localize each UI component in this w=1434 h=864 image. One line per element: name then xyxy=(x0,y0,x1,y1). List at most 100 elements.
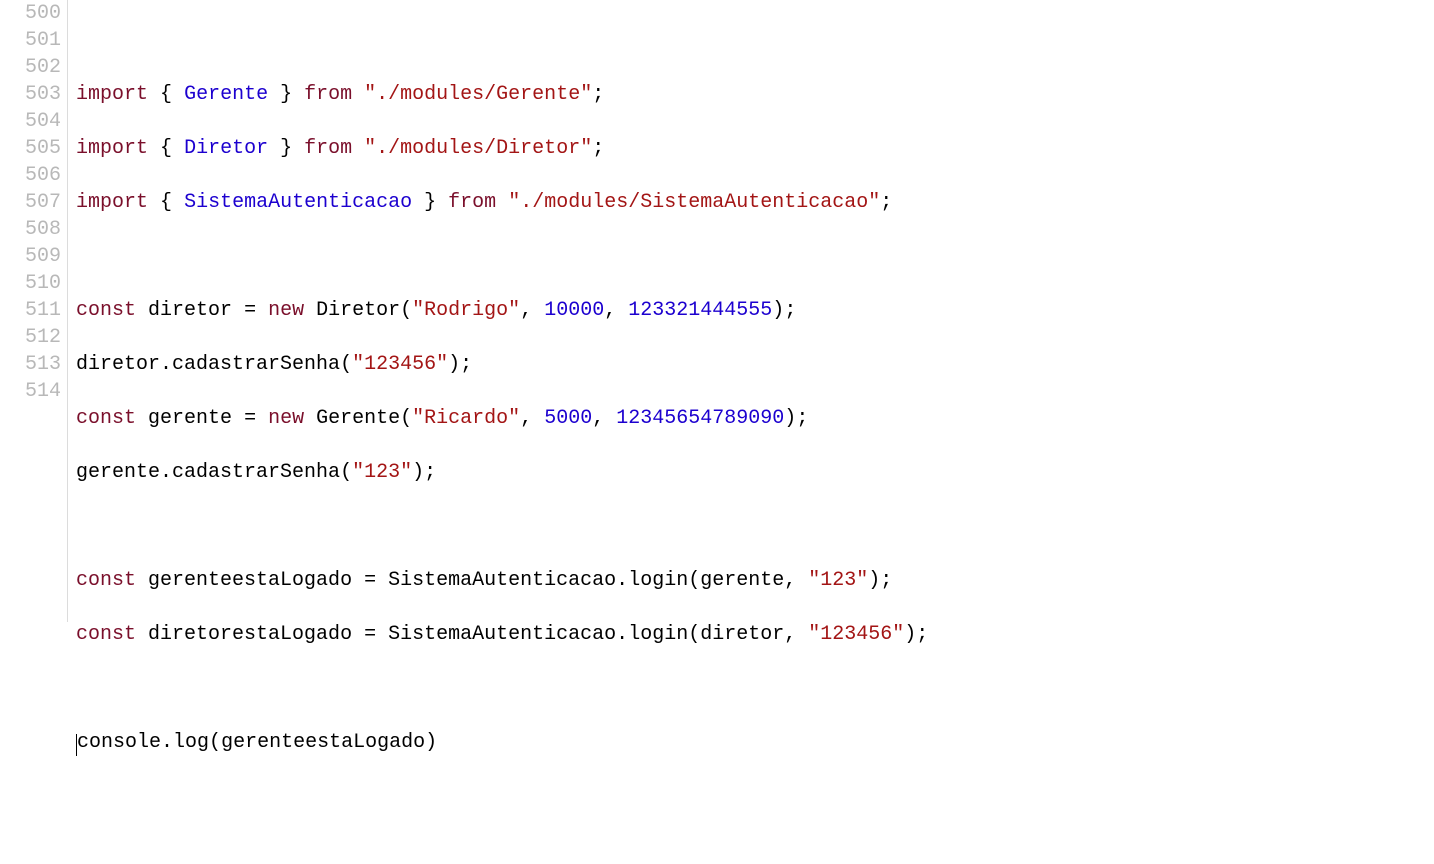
keyword-import: import xyxy=(76,137,148,160)
code-line[interactable] xyxy=(76,243,1434,270)
brace: } xyxy=(280,137,292,160)
code-line[interactable] xyxy=(76,27,1434,54)
code-line[interactable] xyxy=(76,513,1434,540)
comma: , xyxy=(784,569,796,592)
text-cursor-icon xyxy=(76,734,77,756)
dot: . xyxy=(161,731,173,754)
paren: ( xyxy=(688,569,700,592)
method-name: login xyxy=(628,623,688,646)
paren: ) xyxy=(904,623,916,646)
paren: ) xyxy=(868,569,880,592)
comma: , xyxy=(520,407,532,430)
semicolon: ; xyxy=(880,569,892,592)
identifier: gerente xyxy=(700,569,784,592)
code-line[interactable]: import { Diretor } from "./modules/Diret… xyxy=(76,135,1434,162)
code-line[interactable]: console.log(gerenteestaLogado) xyxy=(76,729,1434,756)
line-number: 501 xyxy=(0,27,61,54)
line-number: 508 xyxy=(0,216,61,243)
method-name: cadastrarSenha xyxy=(172,461,340,484)
keyword-const: const xyxy=(76,299,136,322)
type-name: SistemaAutenticacao xyxy=(184,191,412,214)
dot: . xyxy=(616,623,628,646)
paren: ) xyxy=(412,461,424,484)
semicolon: ; xyxy=(916,623,928,646)
string-literal: "123456" xyxy=(352,353,448,376)
line-number: 510 xyxy=(0,270,61,297)
brace: { xyxy=(160,137,172,160)
line-number: 512 xyxy=(0,324,61,351)
equals: = xyxy=(364,623,376,646)
line-number: 503 xyxy=(0,81,61,108)
code-line[interactable] xyxy=(76,783,1434,810)
paren: ) xyxy=(772,299,784,322)
code-line[interactable]: const gerente = new Gerente("Ricardo", 5… xyxy=(76,405,1434,432)
identifier: gerenteestaLogado xyxy=(148,569,352,592)
type-name: Gerente xyxy=(184,83,268,106)
line-number: 509 xyxy=(0,243,61,270)
code-line[interactable]: import { Gerente } from "./modules/Geren… xyxy=(76,81,1434,108)
line-number: 505 xyxy=(0,135,61,162)
string-literal: "./modules/Diretor" xyxy=(364,137,592,160)
keyword-new: new xyxy=(268,407,304,430)
line-number: 507 xyxy=(0,189,61,216)
brace: } xyxy=(280,83,292,106)
identifier: diretorestaLogado xyxy=(148,623,352,646)
identifier: diretor xyxy=(76,353,160,376)
type-name: Diretor xyxy=(184,137,268,160)
dot: . xyxy=(616,569,628,592)
number-literal: 10000 xyxy=(544,299,604,322)
semicolon: ; xyxy=(592,83,604,106)
paren: ( xyxy=(688,623,700,646)
keyword-import: import xyxy=(76,83,148,106)
string-literal: "123" xyxy=(352,461,412,484)
identifier: console xyxy=(77,731,161,754)
line-number: 513 xyxy=(0,351,61,378)
method-name: login xyxy=(628,569,688,592)
dot: . xyxy=(160,461,172,484)
type-name: Gerente xyxy=(316,407,400,430)
identifier: gerenteestaLogado xyxy=(221,731,425,754)
string-literal: "Ricardo" xyxy=(412,407,520,430)
equals: = xyxy=(244,407,256,430)
code-line[interactable]: gerente.cadastrarSenha("123"); xyxy=(76,459,1434,486)
code-line[interactable] xyxy=(76,675,1434,702)
identifier: gerente xyxy=(148,407,232,430)
semicolon: ; xyxy=(424,461,436,484)
method-name: log xyxy=(173,731,209,754)
paren: ) xyxy=(448,353,460,376)
comma: , xyxy=(604,299,616,322)
code-content[interactable]: import { Gerente } from "./modules/Geren… xyxy=(68,0,1434,622)
string-literal: "./modules/Gerente" xyxy=(364,83,592,106)
paren: ) xyxy=(425,731,437,754)
comma: , xyxy=(784,623,796,646)
identifier: diretor xyxy=(700,623,784,646)
keyword-from: from xyxy=(304,137,352,160)
line-number: 502 xyxy=(0,54,61,81)
type-name: Diretor xyxy=(316,299,400,322)
method-name: cadastrarSenha xyxy=(172,353,340,376)
code-line[interactable]: diretor.cadastrarSenha("123456"); xyxy=(76,351,1434,378)
number-literal: 12345654789090 xyxy=(616,407,784,430)
number-literal: 5000 xyxy=(544,407,592,430)
keyword-const: const xyxy=(76,623,136,646)
paren: ( xyxy=(209,731,221,754)
code-line[interactable]: const gerenteestaLogado = SistemaAutenti… xyxy=(76,567,1434,594)
code-line[interactable]: const diretorestaLogado = SistemaAutenti… xyxy=(76,621,1434,648)
line-number: 511 xyxy=(0,297,61,324)
equals: = xyxy=(364,569,376,592)
semicolon: ; xyxy=(880,191,892,214)
semicolon: ; xyxy=(784,299,796,322)
string-literal: "123456" xyxy=(808,623,904,646)
equals: = xyxy=(244,299,256,322)
type-name: SistemaAutenticacao xyxy=(388,623,616,646)
code-text xyxy=(76,29,124,52)
comma: , xyxy=(592,407,604,430)
keyword-const: const xyxy=(76,407,136,430)
string-literal: "123" xyxy=(808,569,868,592)
code-line[interactable]: import { SistemaAutenticacao } from "./m… xyxy=(76,189,1434,216)
code-editor[interactable]: 500 501 502 503 504 505 506 507 508 509 … xyxy=(0,0,1434,622)
brace: { xyxy=(160,191,172,214)
line-number: 504 xyxy=(0,108,61,135)
semicolon: ; xyxy=(460,353,472,376)
code-line[interactable]: const diretor = new Diretor("Rodrigo", 1… xyxy=(76,297,1434,324)
